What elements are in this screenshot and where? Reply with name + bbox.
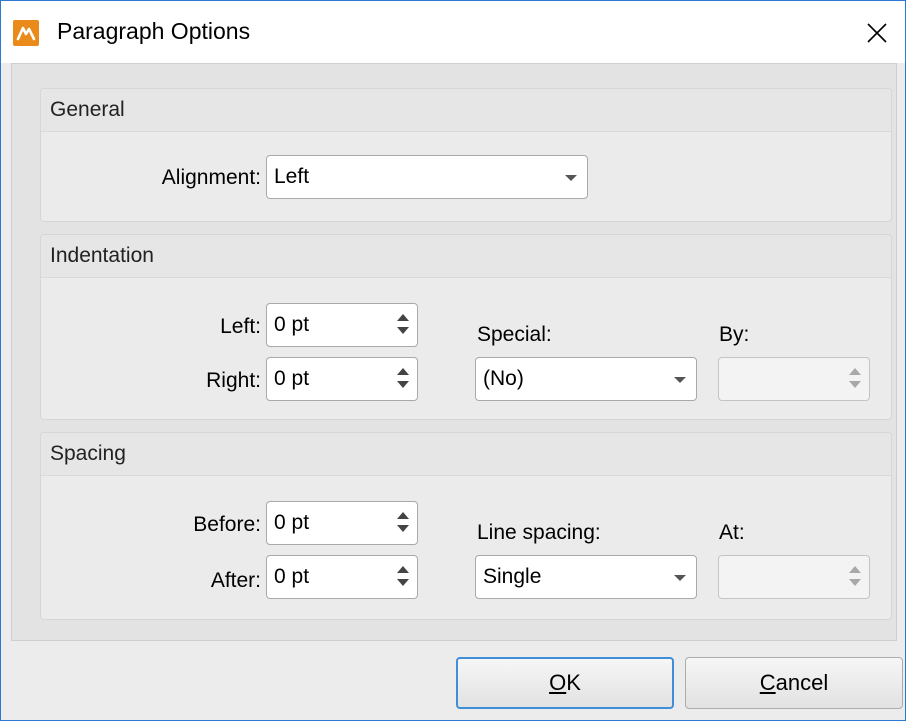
spin-arrows-icon[interactable] bbox=[397, 314, 409, 336]
spacing-group-header: Spacing bbox=[41, 433, 891, 476]
cancel-mnemonic: C bbox=[759, 670, 776, 695]
spin-arrows-icon[interactable] bbox=[397, 566, 409, 588]
spin-arrows-icon bbox=[849, 368, 861, 390]
at-stepper bbox=[718, 555, 870, 599]
special-value: (No) bbox=[483, 367, 524, 390]
indentation-group: Indentation Left: 0 pt Right: 0 pt Speci… bbox=[40, 234, 892, 420]
indent-right-label: Right: bbox=[206, 369, 261, 392]
alignment-label: Alignment: bbox=[161, 166, 261, 189]
ok-button[interactable]: OK bbox=[456, 657, 674, 709]
line-spacing-dropdown[interactable]: Single bbox=[475, 555, 697, 599]
general-group-header: General bbox=[41, 89, 891, 132]
by-label: By: bbox=[719, 323, 750, 346]
special-label: Special: bbox=[477, 323, 552, 346]
paragraph-options-dialog: Paragraph Options General Alignment: Lef… bbox=[0, 0, 906, 721]
by-stepper bbox=[718, 357, 870, 401]
dialog-body: General Alignment: Left Indentation Left… bbox=[11, 63, 897, 641]
indentation-group-header: Indentation bbox=[41, 235, 891, 278]
close-icon bbox=[867, 23, 887, 43]
general-group-title: General bbox=[50, 98, 125, 121]
spacing-before-value: 0 pt bbox=[274, 511, 310, 534]
line-spacing-label: Line spacing: bbox=[477, 521, 601, 544]
cancel-label-rest: ancel bbox=[775, 670, 829, 695]
spacing-after-stepper[interactable]: 0 pt bbox=[266, 555, 418, 599]
indent-left-label: Left: bbox=[220, 315, 261, 338]
alignment-value: Left bbox=[274, 165, 310, 188]
indent-left-value: 0 pt bbox=[274, 313, 310, 336]
general-group: General Alignment: Left bbox=[40, 88, 892, 222]
indent-left-stepper[interactable]: 0 pt bbox=[266, 303, 418, 347]
indent-right-stepper[interactable]: 0 pt bbox=[266, 357, 418, 401]
spacing-group-title: Spacing bbox=[50, 442, 126, 465]
ok-label-rest: K bbox=[566, 670, 581, 695]
special-dropdown[interactable]: (No) bbox=[475, 357, 697, 401]
spacing-before-label: Before: bbox=[193, 513, 261, 536]
indentation-group-title: Indentation bbox=[50, 244, 154, 267]
pdf-editor-app-icon bbox=[13, 20, 39, 46]
line-spacing-value: Single bbox=[483, 565, 542, 588]
at-label: At: bbox=[719, 521, 745, 544]
dialog-title: Paragraph Options bbox=[57, 18, 251, 44]
spin-arrows-icon[interactable] bbox=[397, 512, 409, 534]
spacing-group: Spacing Before: 0 pt After: 0 pt Line sp… bbox=[40, 432, 892, 620]
spacing-after-value: 0 pt bbox=[274, 565, 310, 588]
chevron-down-icon bbox=[674, 377, 686, 383]
close-button[interactable] bbox=[855, 11, 899, 55]
cancel-button[interactable]: Cancel bbox=[685, 657, 903, 709]
spacing-after-label: After: bbox=[210, 569, 261, 592]
spin-arrows-icon bbox=[849, 566, 861, 588]
chevron-down-icon bbox=[565, 175, 577, 181]
ok-mnemonic: O bbox=[549, 670, 567, 695]
chevron-down-icon bbox=[674, 575, 686, 581]
alignment-dropdown[interactable]: Left bbox=[266, 155, 588, 199]
title-bar: Paragraph Options bbox=[1, 1, 905, 63]
indent-right-value: 0 pt bbox=[274, 367, 310, 390]
spin-arrows-icon[interactable] bbox=[397, 368, 409, 390]
spacing-before-stepper[interactable]: 0 pt bbox=[266, 501, 418, 545]
